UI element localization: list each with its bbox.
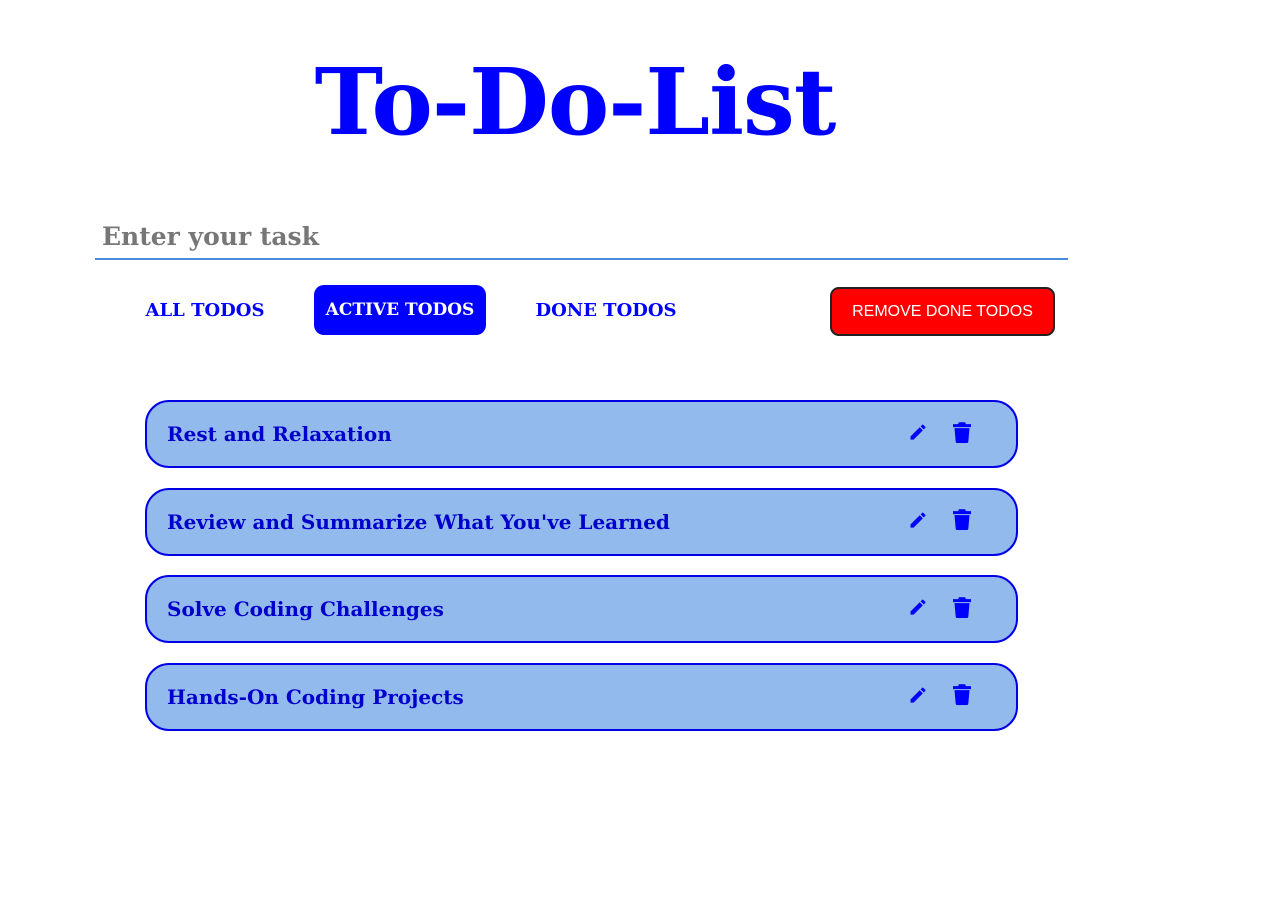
todo-actions <box>906 595 974 619</box>
todo-item: Solve Coding Challenges <box>145 575 1018 643</box>
page-title: To-Do-List <box>314 48 837 156</box>
remove-done-todos-button[interactable]: REMOVE DONE TODOS <box>830 287 1055 336</box>
todo-text: Solve Coding Challenges <box>167 597 444 621</box>
todo-list: Rest and Relaxation Review and Summarize… <box>145 400 1018 750</box>
filter-all-todos[interactable]: ALL TODOS <box>140 285 270 335</box>
filter-active-todos[interactable]: ACTIVE TODOS <box>314 285 486 335</box>
todo-item: Hands-On Coding Projects <box>145 662 1018 731</box>
todo-text: Review and Summarize What You've Learned <box>167 509 670 534</box>
pencil-icon[interactable] <box>906 508 930 532</box>
todo-item: Rest and Relaxation <box>145 400 1018 468</box>
todo-actions <box>906 508 974 532</box>
trash-icon[interactable] <box>950 595 974 619</box>
trash-icon[interactable] <box>950 683 974 707</box>
pencil-icon[interactable] <box>906 595 930 619</box>
pencil-icon[interactable] <box>906 683 930 707</box>
todo-actions <box>906 420 974 444</box>
trash-icon[interactable] <box>950 508 974 532</box>
task-input[interactable] <box>95 214 1068 260</box>
pencil-icon[interactable] <box>906 420 930 444</box>
todo-text: Rest and Relaxation <box>167 422 392 446</box>
trash-icon[interactable] <box>950 420 974 444</box>
todo-text: Hands-On Coding Projects <box>167 684 464 709</box>
todo-item: Review and Summarize What You've Learned <box>145 487 1018 556</box>
todo-actions <box>906 683 974 707</box>
filter-done-todos[interactable]: DONE TODOS <box>530 285 682 335</box>
